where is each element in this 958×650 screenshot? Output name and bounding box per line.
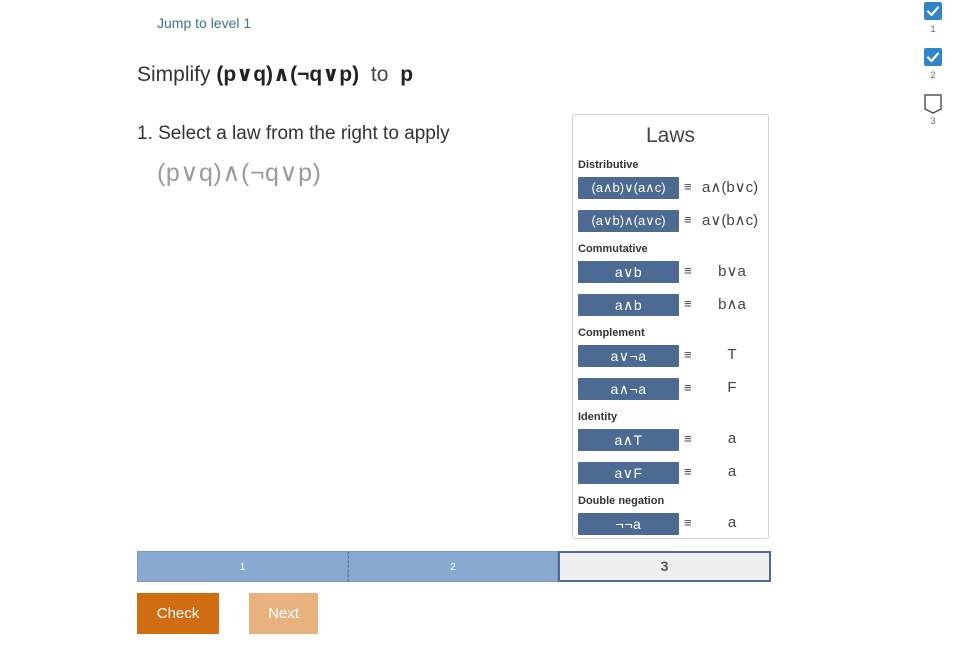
progress-segment-1: 1 xyxy=(137,551,348,582)
equiv-symbol: ≡ xyxy=(684,263,692,278)
equiv-symbol: ≡ xyxy=(684,296,692,311)
step-instruction: 1. Select a law from the right to apply xyxy=(137,123,450,144)
level-indicator-1[interactable]: 1 xyxy=(922,2,944,34)
checkbox-checked-icon xyxy=(924,48,942,66)
laws-title: Laws xyxy=(645,124,696,147)
checkbox-checked-icon xyxy=(924,2,942,20)
equiv-symbol: ≡ xyxy=(684,380,692,395)
law-result: a∨(b∧c) xyxy=(702,212,759,229)
law-row: a∧b ≡ b∧a xyxy=(578,294,768,316)
current-expression: (p∨q)∧(¬q∨p) xyxy=(157,159,322,187)
law-category-commutative: Commutative xyxy=(578,243,648,255)
title-prefix: Simplify xyxy=(137,63,211,86)
level-number: 1 xyxy=(930,24,936,34)
equiv-symbol: ≡ xyxy=(684,179,692,194)
law-row: a∧T ≡ a xyxy=(578,429,768,451)
law-button-distributive-2[interactable]: (a∨b)∧(a∨c) xyxy=(578,210,679,232)
equiv-symbol: ≡ xyxy=(684,347,692,362)
title-from-expression: (p∨q)∧(¬q∨p) xyxy=(216,63,360,86)
title-to-expression: p xyxy=(400,63,414,86)
level-indicator-2[interactable]: 2 xyxy=(922,48,944,80)
law-result: F xyxy=(727,379,737,396)
jump-to-level-link[interactable]: Jump to level 1 xyxy=(157,15,251,31)
level-number: 2 xyxy=(930,70,936,80)
law-row: a∨b ≡ b∨a xyxy=(578,261,768,283)
law-category-complement: Complement xyxy=(578,327,645,339)
law-result: a xyxy=(727,430,737,447)
law-button-distributive-1[interactable]: (a∧b)∨(a∧c) xyxy=(578,177,679,199)
check-button[interactable]: Check xyxy=(137,593,219,634)
law-button-complement-or[interactable]: a∨¬a xyxy=(578,345,679,367)
progress-bar: 1 2 3 xyxy=(137,551,771,582)
equiv-symbol: ≡ xyxy=(684,212,692,227)
law-row: (a∨b)∧(a∨c) ≡ a∨(b∧c) xyxy=(578,210,768,232)
law-result: T xyxy=(727,346,737,363)
law-button-identity-and[interactable]: a∧T xyxy=(578,429,679,451)
progress-segment-3-current: 3 xyxy=(558,551,771,582)
level-number: 3 xyxy=(930,116,936,126)
law-row: (a∧b)∨(a∧c) ≡ a∧(b∨c) xyxy=(578,177,768,199)
law-row: ¬¬a ≡ a xyxy=(578,513,768,535)
level-indicator-3[interactable]: 3 xyxy=(922,94,944,126)
equiv-symbol: ≡ xyxy=(684,515,692,530)
law-button-double-negation[interactable]: ¬¬a xyxy=(578,513,679,535)
equiv-symbol: ≡ xyxy=(684,464,692,479)
progress-segment-2: 2 xyxy=(348,551,558,582)
equiv-symbol: ≡ xyxy=(684,431,692,446)
title-to-word: to xyxy=(370,63,389,86)
law-category-double-negation: Double negation xyxy=(578,495,665,507)
law-row: a∨¬a ≡ T xyxy=(578,345,768,367)
law-button-commutative-and[interactable]: a∧b xyxy=(578,294,679,316)
laws-panel: Laws Distributive (a∧b)∨(a∧c) ≡ a∧(b∨c) … xyxy=(572,114,769,539)
law-result: b∧a xyxy=(718,296,746,313)
law-result: a xyxy=(727,514,737,531)
law-row: a∨F ≡ a xyxy=(578,462,768,484)
law-button-identity-or[interactable]: a∨F xyxy=(578,462,679,484)
law-result: b∨a xyxy=(718,263,746,280)
law-button-complement-and[interactable]: a∧¬a xyxy=(578,378,679,400)
law-row: a∧¬a ≡ F xyxy=(578,378,768,400)
page-title: Simplify (p∨q)∧(¬q∨p) to p xyxy=(137,62,413,87)
next-button[interactable]: Next xyxy=(249,593,318,634)
law-category-distributive: Distributive xyxy=(578,159,639,171)
law-result: a xyxy=(727,463,737,480)
law-result: a∧(b∨c) xyxy=(702,179,759,196)
law-button-commutative-or[interactable]: a∨b xyxy=(578,261,679,283)
checkbox-unchecked-icon xyxy=(924,94,942,114)
law-category-identity: Identity xyxy=(578,411,618,423)
